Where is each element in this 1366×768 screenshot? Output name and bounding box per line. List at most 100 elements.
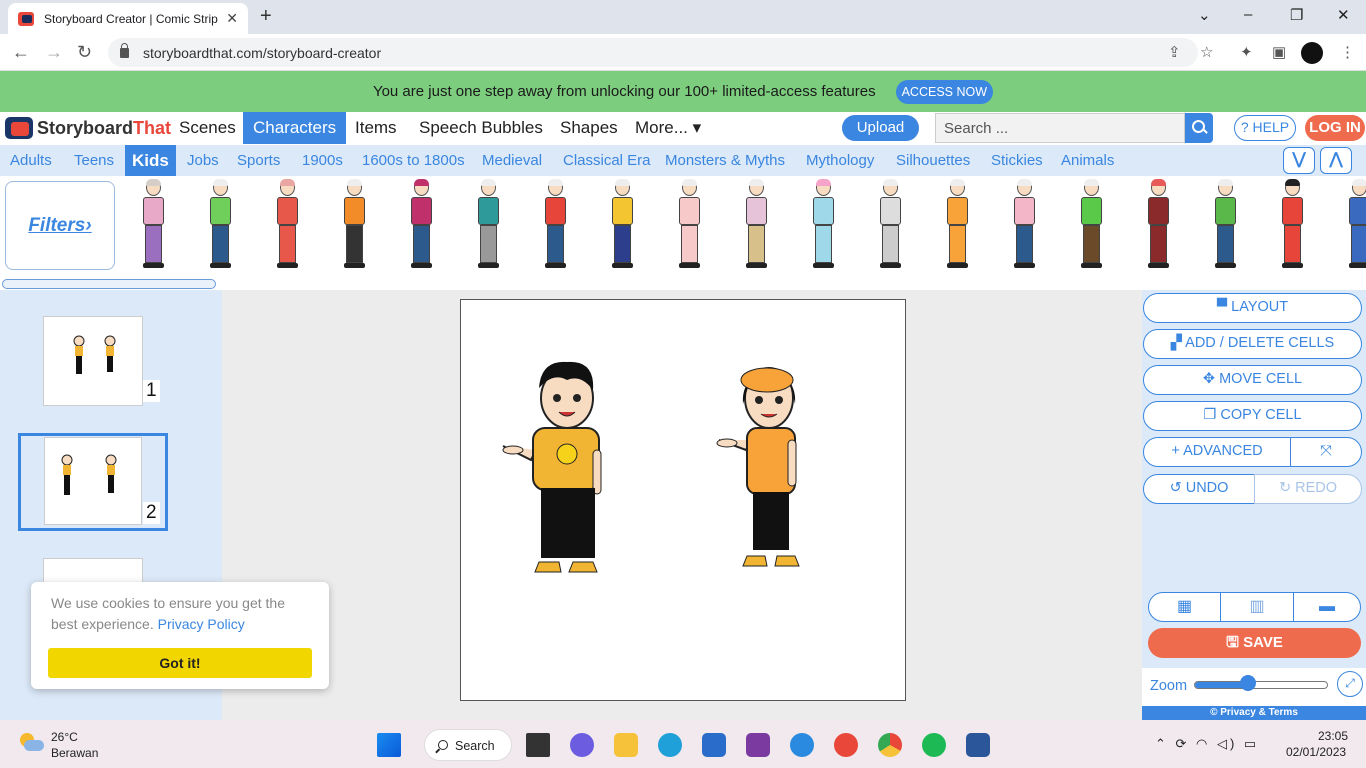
add-delete-cells-button[interactable]: ▞ ADD / DELETE CELLS (1143, 329, 1362, 359)
grid-view-icon[interactable]: ▦ (1148, 592, 1221, 622)
category-silhouettes[interactable]: Silhouettes (889, 145, 977, 176)
category-1900s[interactable]: 1900s (295, 145, 350, 176)
cell-thumbnail-selected[interactable] (44, 437, 142, 525)
library-character[interactable] (742, 179, 770, 269)
privacy-terms-link[interactable]: © Privacy & Terms (1142, 706, 1366, 720)
single-view-icon[interactable]: ▬ (1293, 592, 1361, 622)
library-character[interactable] (541, 179, 569, 269)
library-character[interactable] (1144, 179, 1172, 269)
library-character[interactable] (273, 179, 301, 269)
tab-search-icon[interactable]: ⌄ (1198, 6, 1211, 24)
extensions-puzzle-icon[interactable]: ✦ (1240, 43, 1253, 61)
minimize-button[interactable]: – (1244, 6, 1252, 23)
category-mythology[interactable]: Mythology (799, 145, 881, 176)
zoom-slider-track[interactable] (1194, 681, 1328, 689)
library-character[interactable] (1278, 179, 1306, 269)
edge-icon[interactable] (658, 733, 682, 757)
nav-more-dropdown[interactable]: More... ▾ (625, 112, 711, 144)
move-cell-button[interactable]: ✥ MOVE CELL (1143, 365, 1362, 395)
file-explorer-icon[interactable] (614, 733, 638, 757)
library-character[interactable] (809, 179, 837, 269)
library-character[interactable] (340, 179, 368, 269)
app-icon[interactable] (746, 733, 770, 757)
save-button[interactable]: 🖫 SAVE (1148, 628, 1361, 658)
category-medieval[interactable]: Medieval (475, 145, 549, 176)
library-character[interactable] (675, 179, 703, 269)
clock-date[interactable]: 02/01/2023 (1286, 745, 1346, 759)
category-stickies[interactable]: Stickies (984, 145, 1050, 176)
zoom-slider-knob[interactable] (1239, 675, 1256, 691)
nav-items[interactable]: Items (345, 112, 407, 144)
layout-button[interactable]: ▀ LAYOUT (1143, 293, 1362, 323)
search-icon[interactable] (1185, 113, 1213, 143)
advanced-button[interactable]: + ADVANCED (1143, 437, 1291, 467)
access-now-button[interactable]: ACCESS NOW (895, 79, 994, 104)
windows-start-icon[interactable] (377, 733, 401, 757)
nav-speech-bubbles[interactable]: Speech Bubbles (409, 112, 553, 144)
got-it-button[interactable]: Got it! (48, 648, 312, 678)
browser-menu-icon[interactable]: ⋮ (1340, 43, 1355, 61)
taskbar-search[interactable]: Search (424, 729, 512, 761)
library-character[interactable] (943, 179, 971, 269)
forward-icon[interactable]: → (45, 42, 63, 63)
clock-time[interactable]: 23:05 (1318, 729, 1348, 743)
reload-icon[interactable]: ↻ (77, 42, 92, 63)
category-sports[interactable]: Sports (230, 145, 287, 176)
category-classical-era[interactable]: Classical Era (556, 145, 658, 176)
help-button[interactable]: ? HELP (1234, 115, 1296, 141)
nav-characters[interactable]: Characters (243, 112, 347, 144)
bookmark-star-icon[interactable]: ☆ (1200, 43, 1213, 61)
share-icon[interactable]: ⇪ (1168, 43, 1181, 61)
spotify-icon[interactable] (922, 733, 946, 757)
profile-avatar[interactable] (1301, 42, 1323, 64)
filters-button[interactable]: Filters› (5, 181, 115, 270)
nav-scenes[interactable]: Scenes (169, 112, 246, 144)
library-character[interactable] (139, 179, 167, 269)
library-character[interactable] (1077, 179, 1105, 269)
category-teens[interactable]: Teens (67, 145, 121, 176)
chat-icon[interactable] (570, 733, 594, 757)
library-character[interactable] (1010, 179, 1038, 269)
library-character[interactable] (876, 179, 904, 269)
undo-button[interactable]: ↺ UNDO (1143, 474, 1255, 504)
help-app-icon[interactable] (790, 733, 814, 757)
library-character[interactable] (407, 179, 435, 269)
library-character[interactable] (608, 179, 636, 269)
category-animals[interactable]: Animals (1054, 145, 1121, 176)
maximize-button[interactable]: ❐ (1290, 6, 1303, 24)
expand-library-button[interactable]: ⋀ (1320, 147, 1352, 174)
close-window-button[interactable]: ✕ (1337, 6, 1350, 24)
weather-icon[interactable] (18, 731, 44, 753)
fullscreen-icon[interactable]: ⤧ (1290, 437, 1362, 467)
zoom-expand-icon[interactable]: ⤢ (1337, 671, 1363, 697)
girl-character[interactable] (716, 367, 800, 567)
new-tab-button[interactable]: + (260, 5, 272, 28)
store-icon[interactable] (702, 733, 726, 757)
category-jobs[interactable]: Jobs (180, 145, 226, 176)
category-adults[interactable]: Adults (3, 145, 59, 176)
storyboard-canvas[interactable] (460, 299, 906, 701)
category-monsters-myths[interactable]: Monsters & Myths (658, 145, 792, 176)
cell-thumbnail[interactable] (43, 316, 143, 406)
nav-shapes[interactable]: Shapes (550, 112, 628, 144)
collapse-library-button[interactable]: ⋁ (1283, 147, 1315, 174)
close-tab-icon[interactable]: ✕ (226, 10, 238, 27)
side-panel-icon[interactable]: ▣ (1272, 43, 1286, 61)
chrome-icon[interactable] (878, 733, 902, 757)
library-character[interactable] (474, 179, 502, 269)
storyboardthat-logo[interactable]: Storyboard That (5, 117, 171, 139)
app-owl-icon[interactable] (834, 733, 858, 757)
library-character[interactable] (1211, 179, 1239, 269)
boy-character[interactable] (502, 361, 602, 573)
redo-button[interactable]: ↻ REDO (1254, 474, 1362, 504)
system-tray-icons[interactable]: ⌃ ⟳ ◠ ◁) ▭ (1155, 736, 1259, 752)
category-1600s-1800s[interactable]: 1600s to 1800s (355, 145, 472, 176)
privacy-policy-link[interactable]: Privacy Policy (158, 616, 245, 632)
library-character[interactable] (1345, 179, 1366, 269)
word-icon[interactable] (966, 733, 990, 757)
search-input[interactable]: Search ... (935, 113, 1185, 143)
column-view-icon[interactable]: ▥ (1220, 592, 1294, 622)
back-icon[interactable]: ← (12, 42, 30, 63)
library-scrollbar[interactable] (2, 279, 216, 289)
category-kids[interactable]: Kids (125, 145, 176, 176)
